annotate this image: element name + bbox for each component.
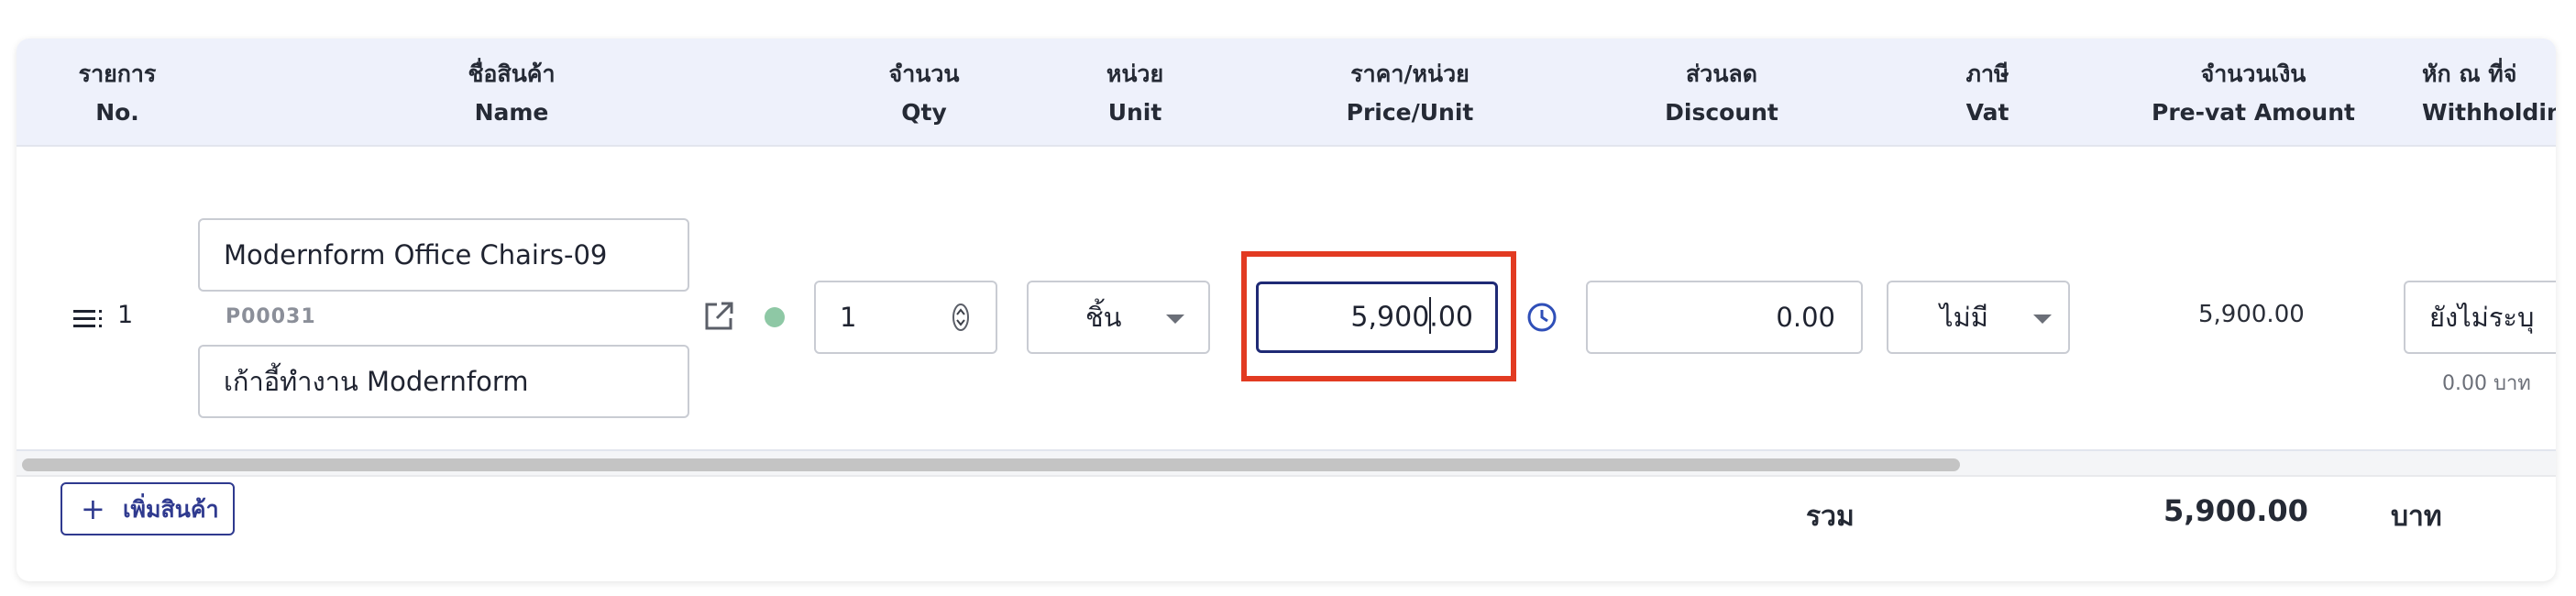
withholding-amount: 0.00 บาท (2442, 372, 2531, 395)
column-header-withholding: หัก ณ ที่จ่ Withholdin (2422, 61, 2556, 126)
vat-select[interactable]: ไม่มี (1887, 281, 2070, 354)
discount-input[interactable]: 0.00 (1586, 281, 1863, 354)
column-header-vat: ภาษี Vat (1965, 61, 2009, 126)
text-cursor (1429, 297, 1431, 334)
column-header-discount: ส่วนลด Discount (1665, 61, 1778, 126)
clock-icon[interactable] (1525, 301, 1558, 334)
quantity-stepper[interactable]: 1 (814, 281, 997, 354)
product-name-input[interactable]: Modernform Office Chairs-09 (198, 218, 689, 292)
column-header-unit: หน่วย Unit (1106, 61, 1164, 126)
total-label: รวม (1806, 501, 1855, 533)
column-header-price: ราคา/หน่วย Price/Unit (1346, 61, 1474, 126)
drag-handle-icon[interactable] (73, 308, 105, 330)
status-dot-icon (765, 307, 785, 327)
line-items-card: รายการ No. ชื่อสินค้า Name จำนวน Qty หน่… (17, 39, 2556, 581)
scrollbar-thumb[interactable] (22, 458, 1960, 471)
withholding-value: ยังไม่ระบุ (2429, 302, 2535, 333)
price-per-unit-value: 5,900.00 (1350, 301, 1473, 334)
quantity-value: 1 (840, 302, 857, 333)
column-header-no: รายการ No. (78, 61, 157, 126)
column-header-name: ชื่อสินค้า Name (468, 61, 556, 126)
stepper-arrows-icon[interactable] (952, 303, 970, 332)
plus-icon: + (81, 491, 105, 526)
external-link-icon[interactable] (702, 300, 735, 333)
total-unit: บาท (2391, 501, 2442, 533)
horizontal-scrollbar[interactable] (17, 451, 2556, 477)
unit-value: ชิ้น (1085, 302, 1122, 333)
chevron-down-icon (1166, 315, 1184, 324)
add-product-button[interactable]: + เพิ่มสินค้า (61, 482, 235, 535)
pre-vat-amount: 5,900.00 (2198, 301, 2305, 328)
column-header-amount: จำนวนเงิน Pre-vat Amount (2152, 61, 2355, 126)
table-header: รายการ No. ชื่อสินค้า Name จำนวน Qty หน่… (17, 39, 2556, 147)
column-header-qty: จำนวน Qty (888, 61, 960, 126)
chevron-down-icon (2033, 315, 2052, 324)
price-per-unit-input[interactable]: 5,900.00 (1256, 281, 1498, 353)
row-number: 1 (117, 301, 134, 329)
product-sku: P00031 (226, 305, 316, 328)
discount-value: 0.00 (1776, 302, 1835, 333)
vat-value: ไม่มี (1940, 302, 1988, 333)
product-description-input[interactable]: เก้าอี้ทำงาน Modernform (198, 345, 689, 418)
unit-select[interactable]: ชิ้น (1027, 281, 1210, 354)
product-name-value: Modernform Office Chairs-09 (224, 239, 608, 270)
product-description-value: เก้าอี้ทำงาน Modernform (224, 366, 529, 397)
total-value: 5,900.00 (2163, 493, 2308, 528)
withholding-select[interactable]: ยังไม่ระบุ (2404, 281, 2556, 354)
